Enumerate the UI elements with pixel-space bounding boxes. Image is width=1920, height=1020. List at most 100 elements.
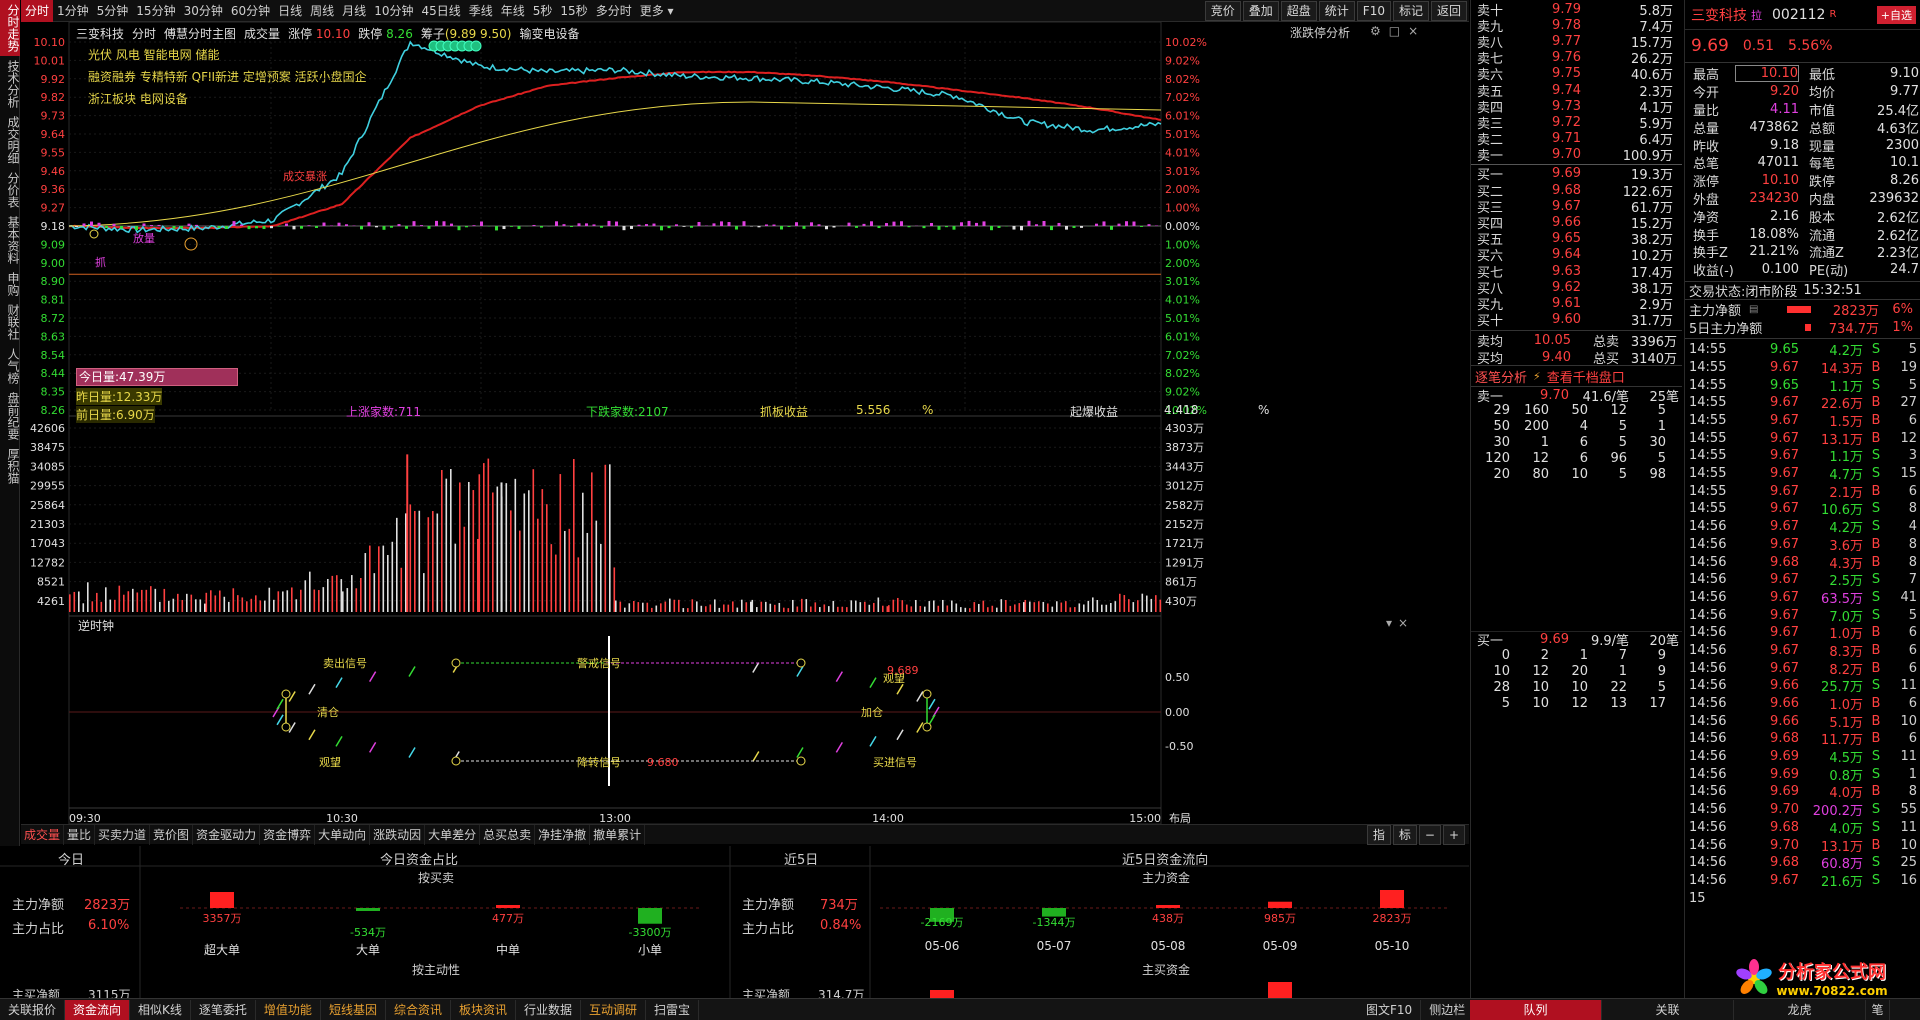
indicator-tab-5[interactable]: 资金博弈 (260, 824, 316, 845)
period-tab-1[interactable]: 1分钟 (53, 0, 93, 22)
period-tab-15[interactable]: 多分时 (592, 0, 636, 22)
tick-row[interactable]: 14:56 9.68 11.7万 B 6 (1685, 730, 1920, 748)
tick-row[interactable]: 14:55 9.65 4.2万 S 5 (1685, 341, 1920, 359)
period-tab-2[interactable]: 5分钟 (93, 0, 133, 22)
period-tab-13[interactable]: 5秒 (529, 0, 557, 22)
tick-tab-1[interactable]: 关联 (1602, 999, 1734, 1020)
tick-row[interactable]: 14:56 9.69 0.8万 S 1 (1685, 765, 1920, 784)
tick-row[interactable]: 14:56 9.67 7.0万 S 5 (1685, 606, 1920, 625)
tick-row[interactable]: 14:56 9.68 4.3万 B 8 (1685, 553, 1920, 572)
status-tab-4[interactable]: 增值功能 (256, 999, 321, 1020)
vtab-4[interactable]: 基本资料 (0, 212, 20, 268)
status-tab-8[interactable]: 行业数据 (516, 999, 581, 1020)
period-tab-14[interactable]: 15秒 (556, 0, 591, 22)
vtab-5[interactable]: 申购 (0, 268, 20, 300)
period-tab-5[interactable]: 60分钟 (227, 0, 274, 22)
indicator-control-0[interactable]: 指 (1366, 824, 1391, 845)
tick-row[interactable]: 14:56 9.66 25.7万 S 11 (1685, 677, 1920, 695)
oscillator-controls[interactable]: ▾× (1386, 616, 1414, 630)
indicator-tab-6[interactable]: 大单动向 (315, 824, 371, 845)
tick-row[interactable]: 14:56 9.68 4.0万 S 11 (1685, 819, 1920, 837)
tick-tab-0[interactable]: 队列 (1470, 999, 1602, 1020)
vtab-0[interactable]: 分时走势 (0, 0, 20, 56)
indicator-tab-10[interactable]: 净挂净撤 (535, 824, 591, 845)
period-tab-10[interactable]: 45日线 (417, 0, 464, 22)
tick-row[interactable]: 14:56 9.66 5.1万 B 10 (1685, 712, 1920, 731)
vtab-3[interactable]: 分价表 (0, 168, 20, 212)
vtab-1[interactable]: 技术分析 (0, 56, 20, 112)
tick-row[interactable]: 14:56 9.67 4.2万 S 4 (1685, 518, 1920, 536)
status-right-0[interactable]: 图文F10 (1358, 999, 1422, 1020)
indicator-tab-3[interactable]: 竞价图 (150, 824, 194, 845)
toolbar-button-1[interactable]: 叠加 (1242, 0, 1279, 21)
tick-row[interactable]: 14:56 9.67 8.3万 B 6 (1685, 642, 1920, 660)
tick-row[interactable]: 14:56 9.69 4.0万 B 8 (1685, 783, 1920, 801)
tick-row[interactable]: 14:55 9.67 1.1万 S 3 (1685, 447, 1920, 465)
tick-row[interactable]: 14:56 9.67 63.5万 S 41 (1685, 589, 1920, 607)
period-tab-9[interactable]: 10分钟 (370, 0, 417, 22)
status-tab-2[interactable]: 相似K线 (130, 999, 191, 1020)
indicator-tab-4[interactable]: 资金驱动力 (193, 824, 261, 845)
period-tab-4[interactable]: 30分钟 (180, 0, 227, 22)
tick-analysis-label[interactable]: 逐笔分析 (1475, 367, 1527, 386)
toolbar-button-4[interactable]: F10 (1356, 0, 1391, 21)
status-tab-0[interactable]: 关联报价 (0, 999, 66, 1020)
tick-row[interactable]: 14:56 9.67 8.2万 B 6 (1685, 659, 1920, 678)
tick-row[interactable]: 14:56 9.69 4.5万 S 11 (1685, 748, 1920, 766)
indicator-tab-2[interactable]: 买卖力道 (95, 824, 151, 845)
status-right-1[interactable]: 侧边栏 (1421, 999, 1475, 1020)
period-tab-16[interactable]: 更多 ▾ (636, 0, 678, 22)
tick-tab-2[interactable]: 龙虎 (1734, 999, 1866, 1020)
oscillator-title[interactable]: 逆时钟 (78, 617, 114, 634)
tick-row[interactable]: 14:56 9.67 21.6万 S 16 (1685, 872, 1920, 890)
layout-button[interactable]: 布局 (1169, 812, 1191, 824)
indicator-tab-9[interactable]: 总买总卖 (480, 824, 536, 845)
period-tab-0[interactable]: 分时 (21, 0, 54, 22)
tick-row[interactable]: 14:56 9.68 60.8万 S 25 (1685, 854, 1920, 872)
indicator-tab-11[interactable]: 撤单累计 (590, 824, 646, 845)
period-tab-3[interactable]: 15分钟 (132, 0, 179, 22)
tick-row[interactable]: 14:55 9.67 1.5万 B 6 (1685, 412, 1920, 430)
period-tab-7[interactable]: 周线 (306, 0, 338, 22)
indicator-tab-1[interactable]: 量比 (64, 824, 96, 845)
vtab-2[interactable]: 成交明细 (0, 112, 20, 168)
chart-area[interactable]: 10.10 10.01 9.92 9.82 9.73 9.64 9.55 9.46 9.36 9.… (21, 22, 1469, 824)
tick-row[interactable]: 14:55 9.67 10.6万 S 8 (1685, 500, 1920, 518)
vtab-6[interactable]: 财联社 (0, 300, 20, 344)
indicator-tab-0[interactable]: 成交量 (21, 824, 65, 845)
tick-row[interactable]: 14:56 9.70 13.1万 B 10 (1685, 836, 1920, 855)
tick-row[interactable]: 14:55 9.67 4.7万 S 15 (1685, 465, 1920, 483)
period-tab-12[interactable]: 年线 (497, 0, 529, 22)
tick-row[interactable]: 14:55 9.67 22.6万 B 27 (1685, 394, 1920, 412)
tick-row[interactable]: 14:55 9.67 2.1万 B 6 (1685, 482, 1920, 501)
view-depth-link[interactable]: 查看千档盘口 (1547, 367, 1625, 386)
status-tab-3[interactable]: 逐笔委托 (191, 999, 256, 1020)
tick-row[interactable]: 14:56 9.66 1.0万 B 6 (1685, 695, 1920, 713)
toolbar-button-5[interactable]: 标记 (1392, 0, 1429, 21)
tick-row[interactable]: 15 (1685, 889, 1920, 907)
status-tab-6[interactable]: 综合资讯 (386, 999, 451, 1020)
toolbar-button-0[interactable]: 竞价 (1204, 0, 1241, 21)
status-tab-7[interactable]: 板块资讯 (451, 999, 516, 1020)
indicator-control-3[interactable]: + (1442, 824, 1465, 845)
period-tab-8[interactable]: 月线 (338, 0, 370, 22)
tick-row[interactable]: 14:56 9.70 200.2万 S 55 (1685, 801, 1920, 819)
tick-row[interactable]: 14:55 9.67 13.1万 B 12 (1685, 429, 1920, 448)
tick-row[interactable]: 14:56 9.67 1.0万 B 6 (1685, 624, 1920, 642)
tick-list[interactable]: 14:55 9.65 4.2万 S 5 14:55 9.67 14.3万 B 19 14:55 9.6… (1685, 339, 1920, 939)
indicator-control-2[interactable]: − (1418, 824, 1441, 845)
indicator-control-1[interactable]: 标 (1392, 824, 1417, 845)
tick-row[interactable]: 14:55 9.65 1.1万 S 5 (1685, 376, 1920, 395)
indicator-tab-7[interactable]: 涨跌动因 (370, 824, 426, 845)
tick-row[interactable]: 14:56 9.67 3.6万 B 8 (1685, 536, 1920, 554)
status-tab-1[interactable]: 资金流向 (65, 999, 131, 1020)
add-watchlist-button[interactable]: +自选 (1876, 5, 1916, 24)
indicator-tab-8[interactable]: 大单差分 (425, 824, 481, 845)
status-tab-9[interactable]: 互动调研 (581, 999, 647, 1020)
vtab-8[interactable]: 盘前纪要 (0, 388, 20, 444)
status-tab-10[interactable]: 扫雷宝 (646, 999, 700, 1020)
period-tab-6[interactable]: 日线 (274, 0, 306, 22)
toolbar-button-6[interactable]: 返回 (1430, 0, 1467, 21)
tick-row[interactable]: 14:56 9.67 2.5万 S 7 (1685, 571, 1920, 589)
toolbar-button-3[interactable]: 统计 (1318, 0, 1355, 21)
